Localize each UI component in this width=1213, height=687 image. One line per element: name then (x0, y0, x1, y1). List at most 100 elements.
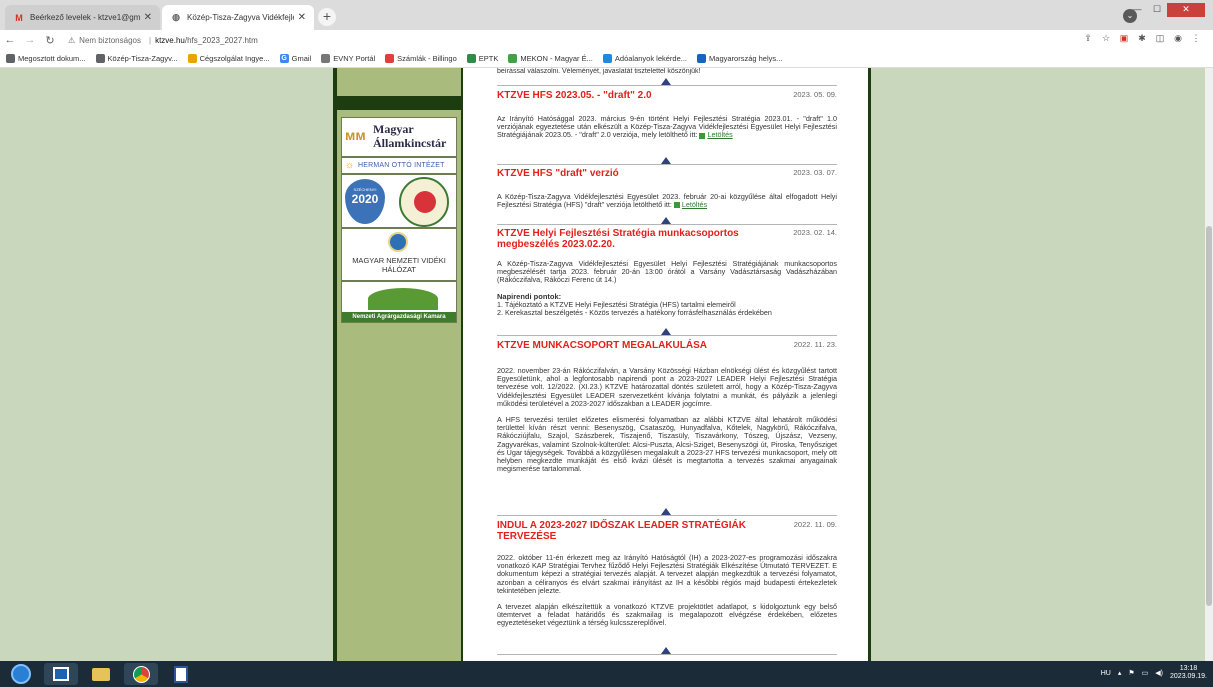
bookmark-icon (6, 54, 15, 63)
tab-label: Közép-Tisza-Zagyva Vidékfejleszt (187, 13, 294, 22)
news-title: KTZVE MUNKACSOPORT MEGALAKULÁSA (497, 340, 707, 351)
minimize-icon[interactable]: — (1127, 3, 1147, 17)
divider-ornament-icon (661, 328, 671, 335)
close-window-icon[interactable]: ✕ (1167, 3, 1205, 17)
share-icon[interactable]: ⇪ (1079, 33, 1097, 44)
bookmark-label: Közép-Tisza-Zagyv... (107, 54, 178, 63)
sidebar-band (337, 96, 461, 110)
document-icon (174, 665, 188, 683)
main-content: beírással válaszolni. Véleményét, javasl… (463, 68, 868, 661)
news-body-text: A Közép-Tisza-Zagyva Vidékfejlesztési Eg… (497, 192, 837, 210)
news-date: 2023. 03. 07. (793, 168, 837, 177)
bookmark-item[interactable]: EVNY Portál (321, 54, 375, 63)
szechenyi-logo[interactable]: SZÉCHENYI 2020 (345, 179, 385, 224)
forward-icon[interactable]: → (20, 34, 40, 46)
bookmark-label: Számlák - Billingo (397, 54, 457, 63)
bookmark-item[interactable]: Számlák - Billingo (385, 54, 457, 63)
reload-icon[interactable]: ↻ (40, 34, 60, 47)
bookmark-icon: G (279, 54, 289, 63)
news-body: A Közép-Tisza-Zagyva Vidékfejlesztési Eg… (497, 192, 837, 210)
bookmark-item[interactable]: Közép-Tisza-Zagyv... (95, 54, 178, 63)
taskbar-app-chrome[interactable] (124, 663, 158, 685)
bookmark-item[interactable]: G Gmail (279, 54, 311, 63)
bookmark-item[interactable]: MEKON - Magyar É... (508, 54, 593, 63)
start-button[interactable] (4, 663, 38, 685)
taskbar-app-document[interactable] (164, 663, 198, 685)
extensions-icon[interactable]: ✱ (1133, 33, 1151, 44)
bookmark-label: MEKON - Magyar É... (520, 54, 593, 63)
news-date: 2022. 11. 09. (793, 520, 837, 529)
close-tab-icon[interactable]: ✕ (298, 12, 306, 23)
pdf-extension-icon[interactable]: ▣ (1115, 33, 1133, 44)
clover-icon (414, 191, 436, 213)
news-body: Az Irányító Hatósággal 2023. március 9-é… (497, 114, 837, 140)
back-icon[interactable]: ← (0, 34, 20, 46)
bookmark-item[interactable]: Adóalanyok lekérde... (602, 54, 688, 63)
avatar[interactable]: ◉ (1169, 33, 1187, 44)
news-title: INDUL A 2023-2027 IDŐSZAK LEADER STRATÉG… (497, 520, 746, 542)
tray-up-arrow-icon[interactable]: ▴ (1118, 669, 1122, 677)
logo-nak[interactable]: Nemzeti Agrárgazdasági Kamara (341, 281, 457, 323)
download-link[interactable]: Letöltés (682, 200, 707, 209)
language-indicator[interactable]: HU (1101, 670, 1111, 677)
tab-strip: M Beérkező levelek - ktzve1@gmail ✕ ◍ Kö… (0, 0, 1213, 30)
download-icon (699, 132, 706, 139)
news-item: KTZVE MUNKACSOPORT MEGALAKULÁSA 2022. 11… (497, 340, 837, 473)
tab-ktzve[interactable]: ◍ Közép-Tisza-Zagyva Vidékfejleszt ✕ (162, 5, 314, 30)
bookmarks-bar: Megosztott dokum... Közép-Tisza-Zagyv... C… (0, 50, 1213, 68)
bookmark-item[interactable]: Magyarország helys... (697, 54, 782, 63)
menu-icon[interactable]: ⋮ (1187, 33, 1205, 44)
blue-window-icon (53, 667, 69, 681)
divider-ornament-icon (661, 647, 671, 654)
clock-time: 13:18 (1179, 665, 1198, 672)
logo-herman-otto[interactable]: ☼ HERMAN OTTÓ INTÉZET (341, 157, 457, 174)
bookmark-item[interactable]: Cégszolgálat Ingye... (187, 54, 270, 63)
gmail-icon: M (15, 12, 23, 23)
vertical-scrollbar[interactable] (1205, 68, 1213, 661)
address-bar[interactable]: ⚠ Nem biztonságos | ktzve.hu/hfs_2023_20… (68, 32, 1088, 48)
download-icon (673, 202, 680, 209)
divider-ornament-icon (661, 508, 671, 515)
divider (497, 508, 837, 517)
close-tab-icon[interactable]: ✕ (144, 12, 152, 23)
logo-allamkincstar[interactable]: ᴍᴍ Magyar Államkincstár (341, 117, 457, 157)
news-item: KTZVE Helyi Fejlesztési Stratégia munkac… (497, 228, 837, 317)
clock[interactable]: 13:18 2023.09.19. (1170, 665, 1207, 681)
bookmark-item[interactable]: Megosztott dokum... (6, 54, 86, 63)
news-item: KTZVE HFS 2023.05. - "draft" 2.0 2023. 0… (497, 90, 837, 140)
divider-ornament-icon (661, 157, 671, 164)
bookmark-item[interactable]: EPTK (466, 54, 498, 63)
news-body: 2022. november 23-án Rákóczifalván, a Va… (497, 366, 837, 408)
news-date: 2023. 02. 14. (793, 228, 837, 237)
intro-text: beírással válaszolni. Véleményét, javasl… (497, 68, 701, 75)
flag-icon[interactable]: ⚑ (1128, 669, 1134, 677)
network-icon[interactable]: ▭ (1142, 669, 1149, 677)
news-item: INDUL A 2023-2027 IDŐSZAK LEADER STRATÉG… (497, 520, 837, 628)
bookmark-label: Megosztott dokum... (18, 54, 86, 63)
tab-gmail[interactable]: M Beérkező levelek - ktzve1@gmail ✕ (5, 5, 160, 30)
system-tray: HU ▴ ⚑ ▭ ◀) 13:18 2023.09.19. (1094, 665, 1207, 681)
taskbar-app-explorer-blue[interactable] (44, 663, 78, 685)
maximize-icon[interactable]: ☐ (1147, 3, 1167, 17)
agrar-seal-logo[interactable] (399, 177, 449, 227)
logo-mnvh[interactable]: MAGYAR NEMZETI VIDÉKI HÁLÓZAT (341, 228, 457, 281)
bookmark-label: Adóalanyok lekérde... (614, 54, 688, 63)
browser-toolbar: ← → ↻ ⚠ Nem biztonságos | ktzve.hu/hfs_2… (0, 30, 1213, 50)
divider (497, 328, 837, 337)
divider-ornament-icon (661, 217, 671, 224)
divider-ornament-icon (661, 78, 671, 85)
new-tab-button[interactable]: + (318, 8, 336, 26)
sidepanel-icon[interactable]: ◫ (1151, 33, 1169, 44)
bookmark-icon (508, 54, 518, 63)
page-viewport: ᴍᴍ Magyar Államkincstár ☼ HERMAN OTTÓ IN… (0, 68, 1213, 661)
bookmark-label: EVNY Portál (333, 54, 376, 63)
divider (497, 78, 837, 87)
globe-icon: ◍ (172, 12, 180, 22)
bookmark-icon (187, 54, 197, 63)
taskbar-app-folder[interactable] (84, 663, 118, 685)
download-link[interactable]: Letöltés (707, 130, 732, 139)
bookmark-icon (321, 54, 331, 63)
volume-icon[interactable]: ◀) (1155, 669, 1163, 677)
scrollbar-thumb[interactable] (1206, 226, 1212, 606)
star-icon[interactable]: ☆ (1097, 33, 1115, 44)
